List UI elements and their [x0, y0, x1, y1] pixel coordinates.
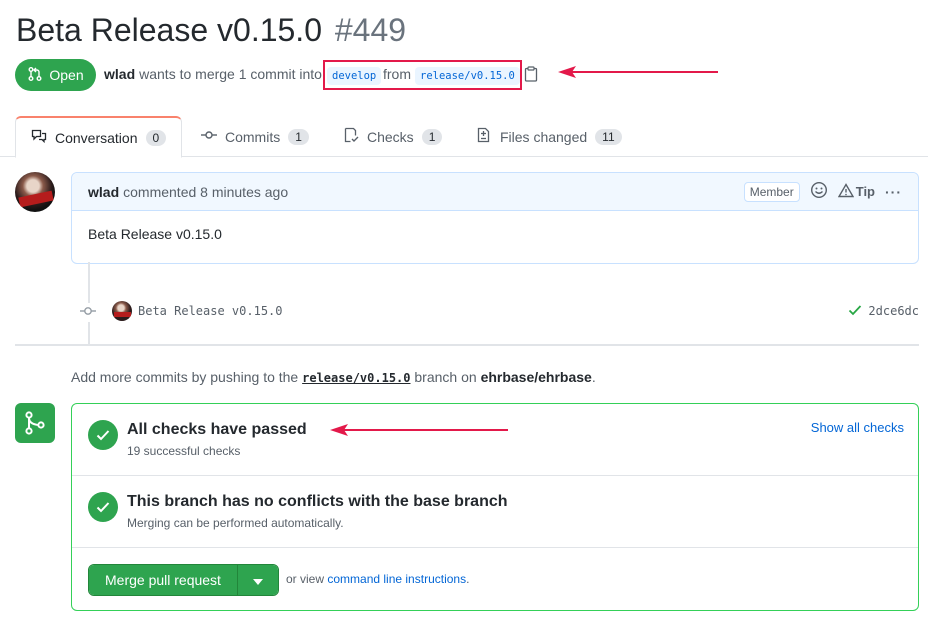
hint-branch[interactable]: release/v0.15.0: [302, 371, 410, 385]
tab-label: Checks: [367, 128, 414, 145]
hint-suffix: .: [591, 369, 596, 385]
comment-author[interactable]: wlad: [88, 184, 119, 200]
commit-icon: [78, 303, 98, 322]
warning-icon: [837, 182, 854, 201]
commit-sha[interactable]: 2dce6dc: [868, 304, 919, 318]
conflicts-section: This branch has no conflicts with the ba…: [72, 476, 918, 548]
file-diff-icon: [476, 127, 492, 146]
merge-method-dropdown[interactable]: [238, 565, 278, 595]
checks-title: All checks have passed: [127, 421, 307, 438]
check-circle-icon: [88, 420, 118, 450]
commit-status: 2dce6dc: [848, 304, 919, 319]
hint-prefix: Add more commits by pushing to the: [71, 369, 299, 385]
git-merge-icon: [15, 403, 55, 443]
page-title: Beta Release v0.15.0 #449: [16, 12, 406, 49]
check-circle-icon: [88, 492, 118, 522]
cli-suffix: .: [466, 572, 470, 586]
conversation-icon: [31, 128, 47, 147]
annotation-arrow: [330, 422, 510, 441]
cli-instructions: or view command line instructions.: [286, 572, 469, 586]
merge-pull-request-button[interactable]: Merge pull request: [89, 565, 238, 595]
pr-meta: wlad wants to merge 1 commit into: [104, 66, 322, 82]
tip-button[interactable]: Tip: [837, 182, 875, 201]
command-line-instructions-link[interactable]: command line instructions: [327, 572, 466, 586]
merge-box: All checks have passed 19 successful che…: [71, 403, 919, 611]
checklist-icon: [343, 127, 359, 146]
tab-files-changed[interactable]: Files changed 11: [476, 116, 622, 157]
author-link[interactable]: wlad: [104, 66, 135, 82]
kebab-horizontal-icon[interactable]: ···: [885, 184, 902, 200]
annotation-arrow: [558, 64, 720, 83]
timeline-divider: [15, 344, 919, 346]
pr-number: #449: [334, 12, 407, 48]
member-badge: Member: [743, 181, 800, 202]
commit-message[interactable]: Beta Release v0.15.0: [138, 304, 283, 318]
tab-counter: 1: [421, 128, 443, 145]
tab-commits[interactable]: Commits 1: [201, 116, 309, 157]
tab-label: Files changed: [500, 128, 588, 145]
or-view-text: or view: [286, 572, 325, 586]
avatar[interactable]: [15, 172, 55, 212]
state-badge-open: Open: [15, 59, 96, 91]
show-all-checks-link[interactable]: Show all checks: [811, 420, 904, 435]
pull-request-icon: [27, 66, 43, 85]
check-icon[interactable]: [848, 304, 862, 319]
comment-box: wlad commented 8 minutes ago Member Tip …: [71, 172, 919, 264]
tab-counter: 1: [288, 128, 309, 145]
tab-label: Commits: [225, 128, 281, 145]
checks-subtitle: 19 successful checks: [127, 444, 241, 458]
timeline-commit: Beta Release v0.15.0 2dce6dc: [78, 299, 919, 323]
from-word: from: [383, 66, 411, 82]
pr-title: Beta Release v0.15.0: [16, 12, 322, 48]
merge-text: wants to merge 1 commit into: [139, 66, 322, 82]
avatar[interactable]: [112, 301, 132, 321]
comment-timestamp: commented 8 minutes ago: [123, 183, 289, 200]
tab-counter: 11: [595, 128, 622, 145]
tip-label: Tip: [855, 184, 875, 199]
tab-label: Conversation: [55, 129, 138, 146]
comment-header: wlad commented 8 minutes ago Member Tip …: [72, 173, 918, 211]
pr-tabs: Conversation 0 Commits 1 Checks 1 Files …: [0, 116, 928, 158]
base-branch-label[interactable]: develop: [327, 67, 382, 85]
checks-section: All checks have passed 19 successful che…: [72, 404, 918, 476]
push-hint: Add more commits by pushing to the relea…: [71, 369, 596, 385]
tab-conversation[interactable]: Conversation 0: [15, 116, 183, 158]
hint-repo[interactable]: ehrbase/ehrbase: [481, 369, 592, 385]
head-branch-label[interactable]: release/v0.15.0: [415, 67, 520, 85]
commit-icon: [201, 127, 217, 146]
tab-counter: 0: [145, 129, 167, 146]
state-label: Open: [49, 67, 84, 83]
comment-body: Beta Release v0.15.0: [88, 226, 222, 242]
comment-actions: Member Tip ···: [743, 181, 902, 202]
triangle-down-icon: [253, 572, 263, 588]
hint-middle: branch on: [414, 369, 477, 385]
conflicts-title: This branch has no conflicts with the ba…: [127, 493, 508, 510]
merge-button-group: Merge pull request: [88, 564, 279, 596]
smiley-icon[interactable]: [810, 181, 828, 202]
copy-branch-icon[interactable]: [524, 66, 538, 85]
conflicts-subtitle: Merging can be performed automatically.: [127, 516, 344, 530]
tab-checks[interactable]: Checks 1: [343, 116, 443, 157]
